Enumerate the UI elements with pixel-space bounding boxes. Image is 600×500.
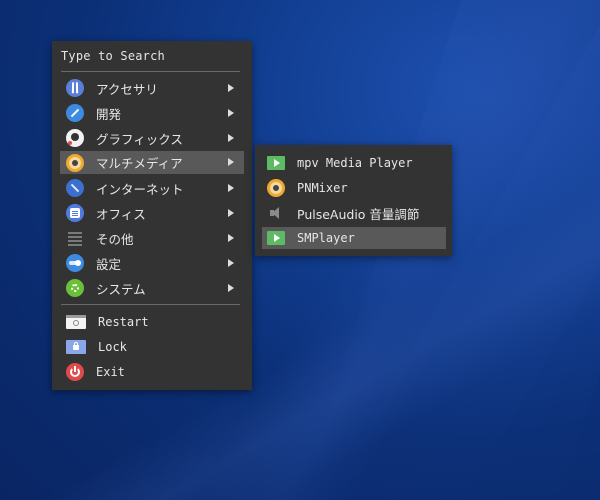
menu-item-label: その他 bbox=[96, 231, 134, 247]
menu-item-label: インターネット bbox=[96, 181, 184, 197]
menu-item-office[interactable]: オフィス bbox=[60, 202, 244, 224]
submenu-arrow-icon bbox=[228, 234, 234, 242]
exit-label: Exit bbox=[96, 365, 125, 379]
smplayer-icon bbox=[267, 229, 285, 247]
submenu-arrow-icon bbox=[228, 259, 234, 267]
accessories-icon bbox=[66, 79, 84, 97]
submenu-item-label: PulseAudio 音量調節 bbox=[297, 206, 420, 222]
lock-label: Lock bbox=[98, 340, 127, 354]
exit-icon bbox=[66, 363, 84, 381]
application-menu: Type to Search アクセサリ 開発 グラフィックス マルチメディア … bbox=[52, 41, 252, 390]
submenu-arrow-icon bbox=[228, 209, 234, 217]
speaker-icon bbox=[267, 204, 285, 222]
menu-item-settings[interactable]: 設定 bbox=[60, 252, 244, 274]
menu-item-multimedia[interactable]: マルチメディア bbox=[60, 151, 244, 174]
search-prompt[interactable]: Type to Search bbox=[61, 49, 165, 63]
submenu-item-label: mpv Media Player bbox=[297, 156, 413, 170]
pnmixer-icon bbox=[267, 179, 285, 197]
submenu-item-label: SMPlayer bbox=[297, 231, 355, 245]
office-icon bbox=[66, 204, 84, 222]
separator bbox=[61, 71, 240, 72]
graphics-icon bbox=[66, 129, 84, 147]
submenu-item-label: PNMixer bbox=[297, 181, 348, 195]
multimedia-icon bbox=[66, 153, 84, 172]
submenu-arrow-icon bbox=[228, 84, 234, 92]
multimedia-submenu: mpv Media Player PNMixer PulseAudio 音量調節… bbox=[255, 145, 452, 256]
submenu-item-pulseaudio[interactable]: PulseAudio 音量調節 bbox=[262, 202, 446, 224]
exit-button[interactable]: Exit bbox=[60, 361, 244, 383]
play-icon bbox=[267, 154, 285, 172]
submenu-arrow-icon bbox=[228, 134, 234, 142]
submenu-item-pnmixer[interactable]: PNMixer bbox=[262, 177, 446, 199]
submenu-arrow-icon bbox=[228, 109, 234, 117]
system-icon bbox=[66, 279, 84, 297]
submenu-item-smplayer[interactable]: SMPlayer bbox=[262, 227, 446, 249]
submenu-arrow-icon bbox=[228, 184, 234, 192]
restart-label: Restart bbox=[98, 315, 149, 329]
menu-item-accessories[interactable]: アクセサリ bbox=[60, 77, 244, 99]
separator bbox=[61, 304, 240, 305]
internet-icon bbox=[66, 179, 84, 197]
submenu-arrow-icon bbox=[228, 284, 234, 292]
lock-button[interactable]: Lock bbox=[60, 336, 244, 358]
menu-item-label: マルチメディア bbox=[96, 156, 183, 171]
menu-item-graphics[interactable]: グラフィックス bbox=[60, 127, 244, 149]
menu-item-label: システム bbox=[96, 281, 146, 297]
restart-button[interactable]: Restart bbox=[60, 311, 244, 333]
menu-item-system[interactable]: システム bbox=[60, 277, 244, 299]
menu-item-other[interactable]: その他 bbox=[60, 227, 244, 249]
settings-icon bbox=[66, 254, 84, 272]
submenu-item-mpv[interactable]: mpv Media Player bbox=[262, 152, 446, 174]
lock-icon bbox=[66, 338, 86, 356]
menu-item-label: 開発 bbox=[96, 106, 122, 122]
menu-item-label: 設定 bbox=[96, 256, 122, 272]
restart-icon bbox=[66, 313, 86, 331]
submenu-arrow-icon bbox=[228, 158, 234, 166]
other-icon bbox=[66, 229, 84, 247]
menu-item-label: アクセサリ bbox=[96, 81, 158, 97]
menu-item-internet[interactable]: インターネット bbox=[60, 177, 244, 199]
development-icon bbox=[66, 104, 84, 122]
menu-item-development[interactable]: 開発 bbox=[60, 102, 244, 124]
menu-item-label: オフィス bbox=[96, 206, 146, 222]
menu-item-label: グラフィックス bbox=[96, 131, 183, 147]
